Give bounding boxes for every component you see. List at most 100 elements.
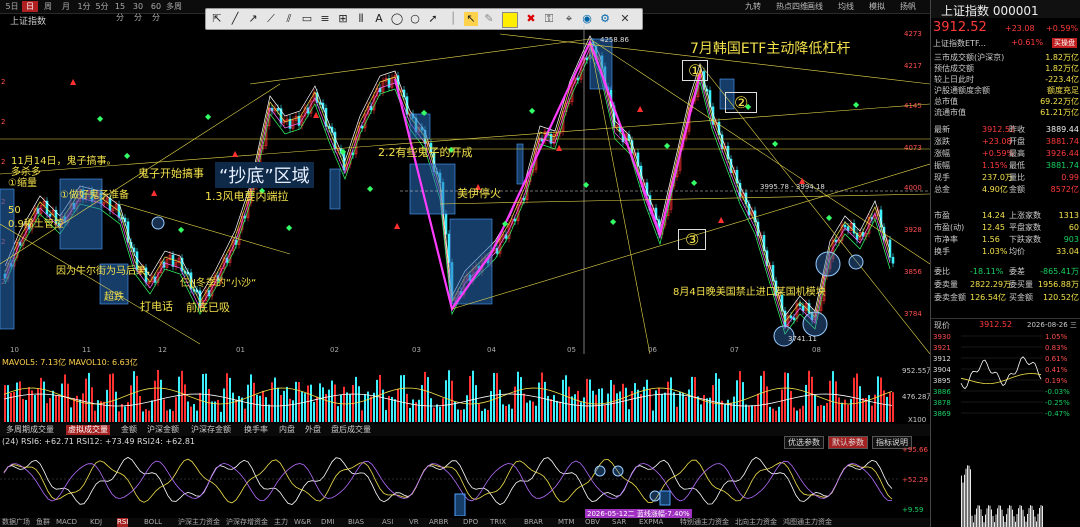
intraday-mini-chart[interactable]: 3930 1.05% 3921 0.83% 3912 0.61% 3904 0.41% 3895… [931, 331, 1080, 527]
intraday-volume-bar [1003, 516, 1004, 527]
indicator-tab-8[interactable]: 主力 [274, 518, 288, 527]
period-button-8[interactable]: 60分 [148, 1, 164, 22]
candle-body [792, 317, 796, 321]
indicator-tab-14[interactable]: ARBR [429, 518, 448, 527]
indicator-tab-12[interactable]: ASI [382, 518, 393, 527]
period-button-4[interactable]: 1分 [76, 1, 92, 12]
right-tab-5[interactable]: 扬帆 [900, 1, 916, 12]
indicator-tab-5[interactable]: BOLL [144, 518, 162, 527]
right-tab-1[interactable]: 热点四维 [776, 1, 808, 12]
mini-axis-label: 3912 [933, 355, 951, 363]
intraday-volume-bar [962, 482, 964, 527]
indicator-tab-13[interactable]: VR [409, 518, 419, 527]
volume-bar [343, 386, 345, 422]
indicator-tab-17[interactable]: BRAR [524, 518, 543, 527]
indicator-tab-19[interactable]: OBV [585, 518, 600, 527]
volume-tab-1[interactable]: 虚拟成交量 [66, 425, 110, 435]
indicator-tab-1[interactable]: 鱼群 [36, 518, 50, 527]
indicator-tab-9[interactable]: W&R [294, 518, 311, 527]
intraday-volume-bar [1001, 509, 1003, 527]
indicator-tab-6[interactable]: 沪深主力资金 [178, 518, 220, 527]
period-button-0[interactable]: 5日 [4, 1, 20, 12]
indicator-tab-4[interactable]: RSI [117, 518, 129, 527]
right-tab-3[interactable]: 均线 [838, 1, 854, 12]
volume-tab-2[interactable]: 金额 [119, 425, 139, 435]
period-button-1[interactable]: 日 [22, 1, 38, 12]
volume-tab-5[interactable]: 换手率 [242, 425, 270, 435]
volume-tab-8[interactable]: 盘后成交量 [329, 425, 373, 435]
volume-bar [112, 373, 114, 422]
volume-bar [718, 378, 720, 422]
quote-grid-row: 振幅 1.15% 最低 3881.74 [934, 160, 1079, 171]
period-button-3[interactable]: 月 [58, 1, 74, 12]
indicator-tab-18[interactable]: MTM [558, 518, 574, 527]
volume-bar [106, 389, 108, 422]
volume-bar [457, 409, 459, 422]
grid-label: 现手 [934, 173, 950, 182]
volume-bar [535, 405, 537, 422]
volume-bar [172, 410, 174, 422]
indicator-tab-10[interactable]: DMI [321, 518, 335, 527]
volume-bar [253, 382, 255, 422]
period-button-7[interactable]: 30分 [130, 1, 146, 22]
indicator-tab-24[interactable]: 鸿图通主力资金 [783, 518, 832, 527]
trend-line [439, 193, 930, 205]
volume-bar [292, 400, 294, 422]
month-axis-label: 12 [158, 346, 167, 354]
period-button-5[interactable]: 5分 [94, 1, 110, 12]
signal-arrow-icon: ▲ [232, 149, 239, 158]
annotation-fed: 美伊停火 [457, 187, 501, 200]
rsi-chart[interactable] [0, 446, 930, 516]
volume-tab-3[interactable]: 沪深金额 [145, 425, 181, 435]
trade-badge[interactable]: 买操盘 [1052, 38, 1077, 48]
volume-bar [55, 395, 57, 422]
indicator-tab-20[interactable]: SAR [612, 518, 626, 527]
right-tab-2[interactable]: 画线 [807, 1, 823, 12]
mini-pct-label: 0.83% [1045, 344, 1068, 352]
indicator-tab-2[interactable]: MACD [56, 518, 77, 527]
volume-bar [181, 370, 183, 422]
summary-value: 1.82万亿 [1045, 53, 1079, 62]
bidask-value: 126.54亿 [970, 293, 1006, 302]
volume-bar [631, 391, 633, 422]
volume-bar [451, 380, 453, 422]
intraday-volume-bar [997, 508, 998, 527]
grid-value-2: 3889.44 [1045, 125, 1079, 134]
right-tab-0[interactable]: 九转 [745, 1, 761, 12]
volume-bar [478, 404, 480, 422]
intraday-volume-bar [982, 515, 983, 527]
period-button-2[interactable]: 周 [40, 1, 56, 12]
volume-bar [166, 410, 168, 422]
signal-arrow-icon: ◆ [772, 139, 779, 148]
price-axis-label: 4217 [904, 62, 922, 70]
etf-row[interactable]: 上证指数ETF... +0.61% 买操盘 [933, 38, 1079, 49]
period-button-9[interactable]: 多周 [166, 1, 182, 12]
volume-bar [493, 372, 495, 422]
indicator-tab-22[interactable]: 特别通主力资金 [680, 518, 729, 527]
volume-bar [61, 383, 63, 422]
indicator-tab-7[interactable]: 沪深存增资金 [226, 518, 268, 527]
volume-bar [856, 373, 858, 422]
indicator-tab-21[interactable]: EXPMA [639, 518, 663, 527]
indicator-tab-16[interactable]: TRIX [490, 518, 506, 527]
volume-chart[interactable] [0, 366, 930, 422]
bidask-row: 委比 -18.11% 委差 -865.41万 [934, 266, 1079, 277]
volume-tab-6[interactable]: 内盘 [277, 425, 297, 435]
indicator-tab-3[interactable]: KDJ [90, 518, 102, 527]
volume-tab-4[interactable]: 沪深存金额 [189, 425, 233, 435]
volume-tab-0[interactable]: 多周期成交量 [4, 425, 56, 435]
volume-tab-7[interactable]: 外盘 [303, 425, 323, 435]
indicator-tab-0[interactable]: 数据广场 [2, 518, 30, 527]
period-button-6[interactable]: 15分 [112, 1, 128, 22]
volume-bar [196, 410, 198, 422]
volume-bar [640, 394, 642, 422]
volume-bar [19, 381, 21, 422]
indicator-tab-11[interactable]: BIAS [348, 518, 364, 527]
volume-bar [40, 377, 42, 422]
volume-bar [115, 391, 117, 422]
indicator-tab-15[interactable]: DPO [463, 518, 478, 527]
right-tab-4[interactable]: 模拟 [869, 1, 885, 12]
intraday-volume-bar [964, 474, 965, 527]
volume-bar [610, 380, 612, 422]
indicator-tab-23[interactable]: 北向主力资金 [735, 518, 777, 527]
